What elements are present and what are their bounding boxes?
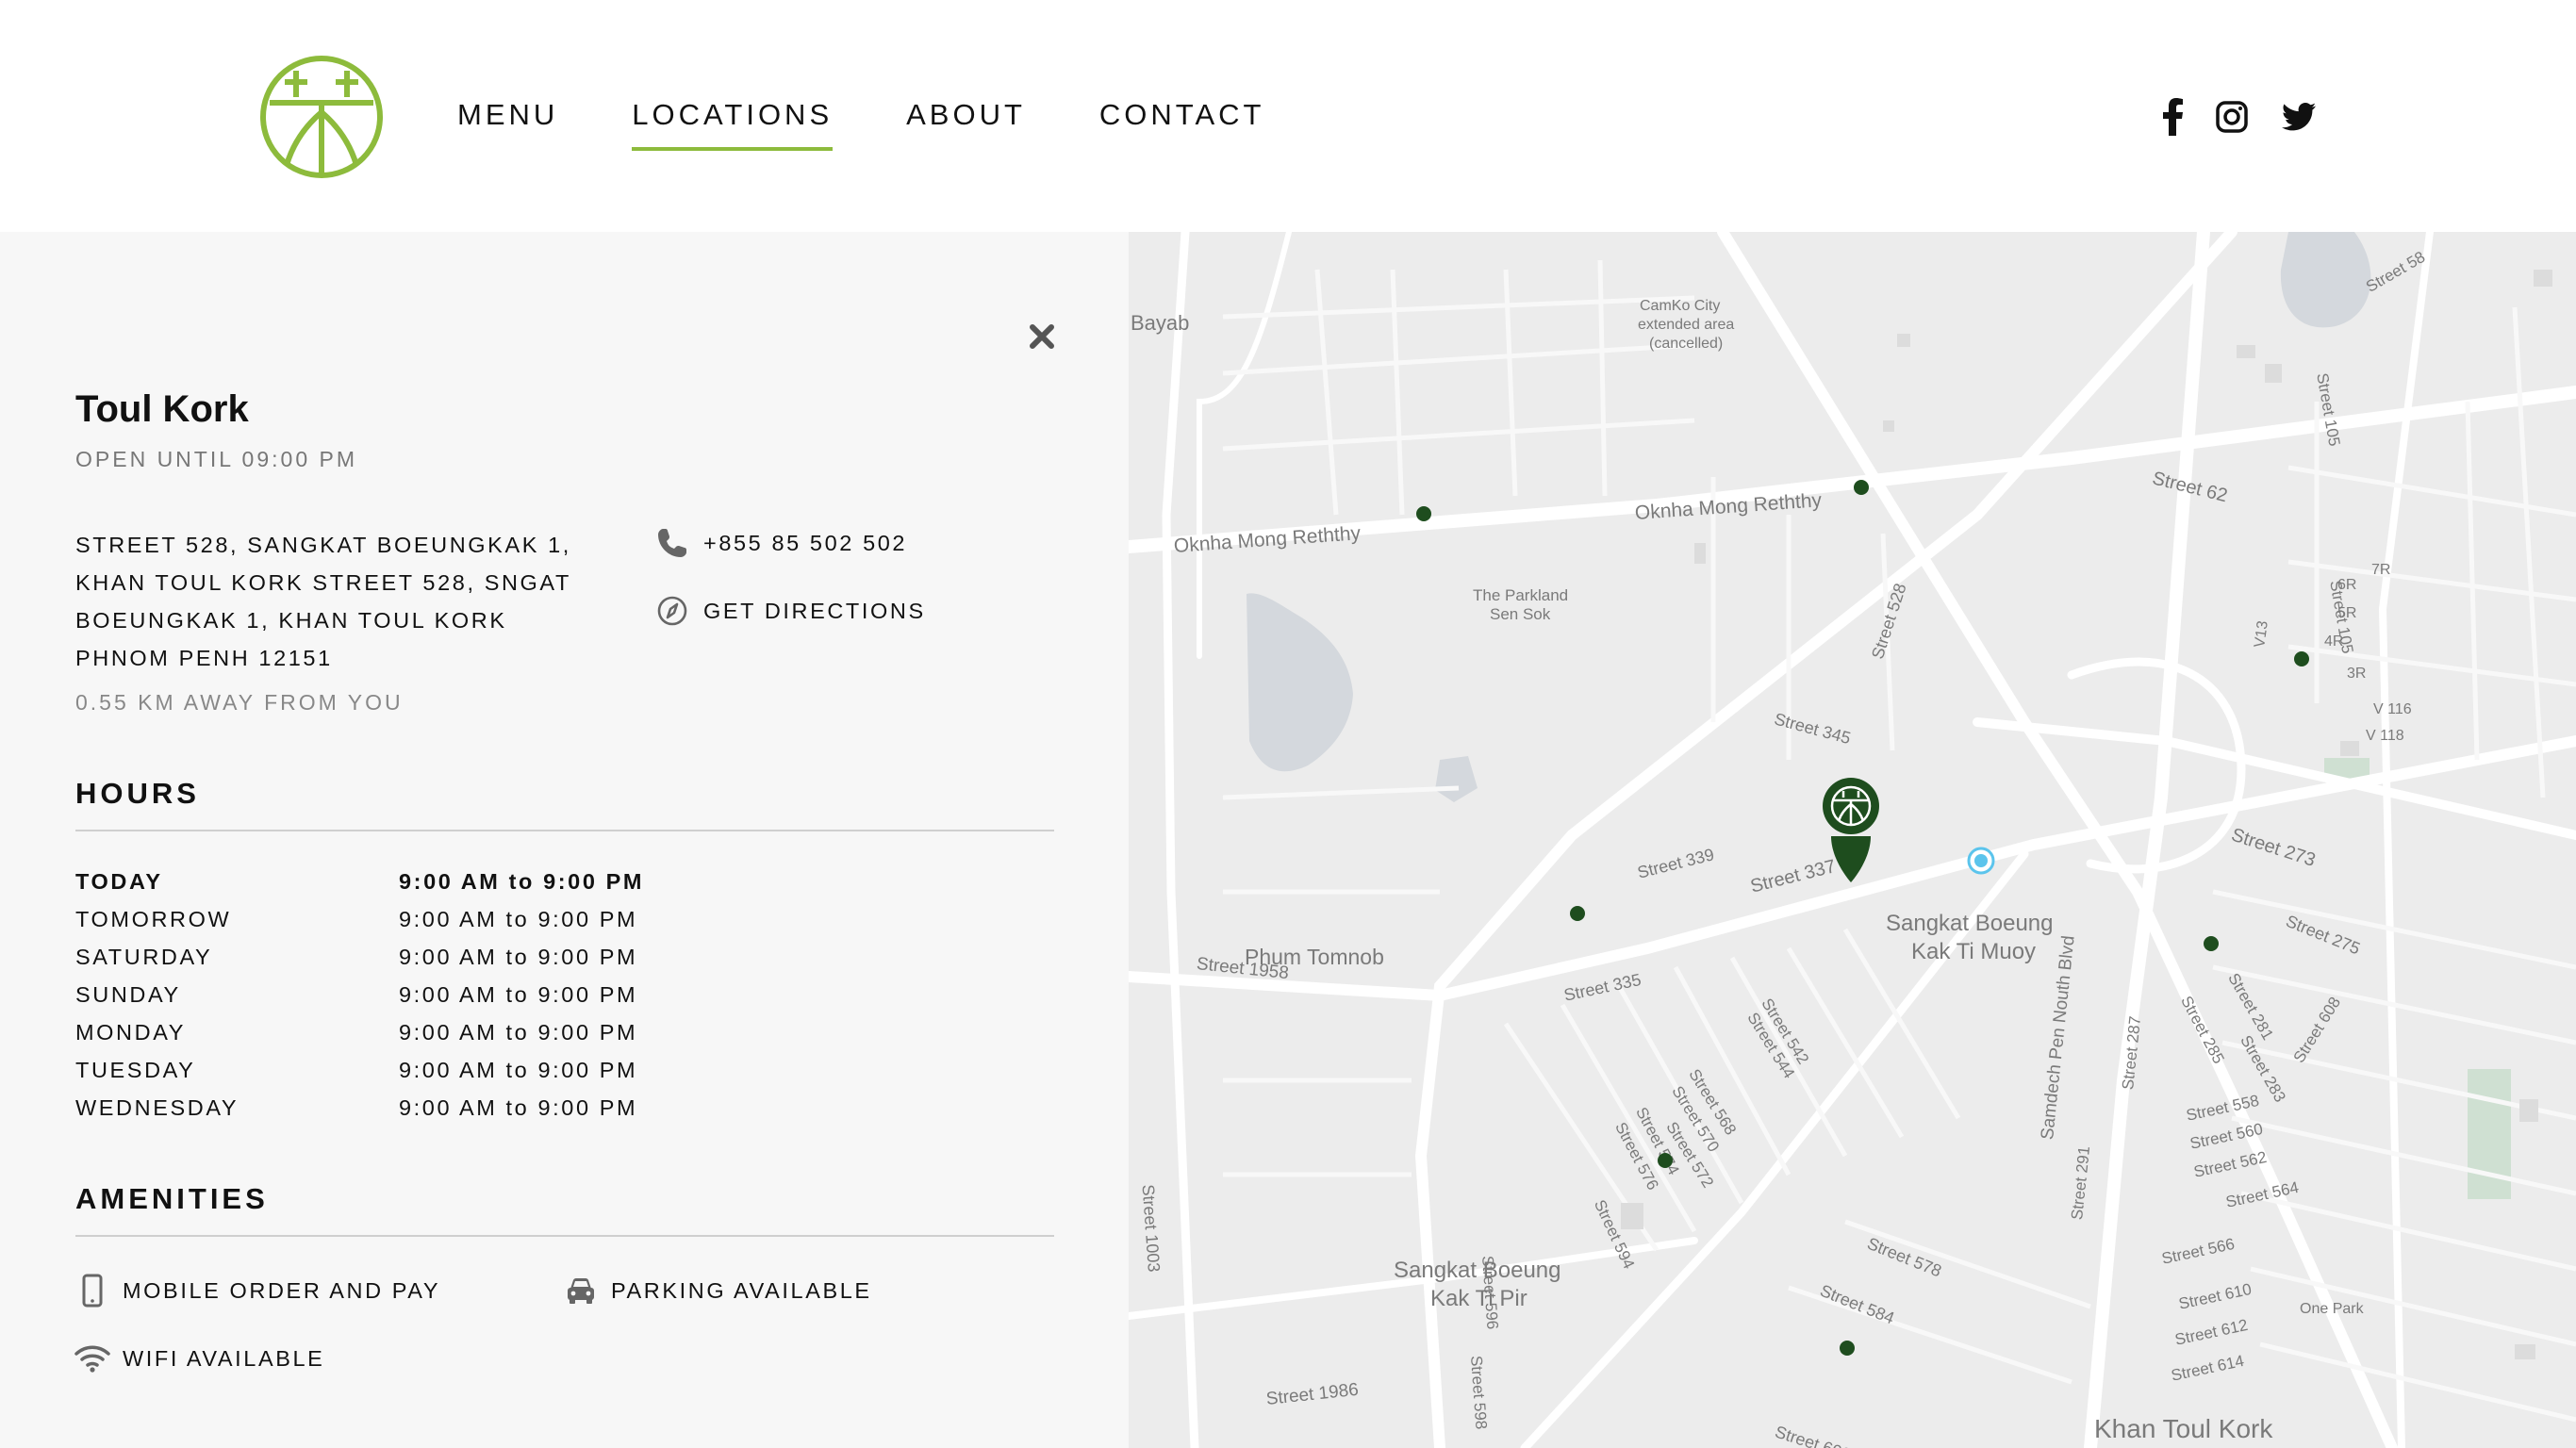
store-address: STREET 528, SANGKAT BOEUNGKAK 1, KHAN TO… <box>75 526 603 677</box>
hours-title: HOURS <box>75 777 200 810</box>
amenities-title: AMENITIES <box>75 1182 269 1215</box>
hours-row: TOMORROW 9:00 AM to 9:00 PM <box>75 907 830 935</box>
store-marker-dot[interactable] <box>1840 1341 1855 1356</box>
store-marker-dot[interactable] <box>2204 936 2219 951</box>
store-marker-dot[interactable] <box>1658 1153 1673 1168</box>
hours-day: SATURDAY <box>75 945 213 969</box>
facebook-icon[interactable] <box>2161 98 2184 136</box>
hours-row: SUNDAY 9:00 AM to 9:00 PM <box>75 982 830 1011</box>
hours-day: MONDAY <box>75 1020 187 1045</box>
get-directions-link[interactable]: GET DIRECTIONS <box>655 594 926 628</box>
amenities-divider <box>75 1235 1054 1237</box>
store-marker-dot[interactable] <box>1854 480 1869 495</box>
hours-time: 9:00 AM to 9:00 PM <box>399 945 638 969</box>
instagram-icon[interactable] <box>2216 98 2248 136</box>
hours-time: 9:00 AM to 9:00 PM <box>399 982 638 1007</box>
store-name: Toul Kork <box>75 388 249 430</box>
address-line: STREET 528, SANGKAT BOEUNGKAK 1, <box>75 533 571 557</box>
nav-contact[interactable]: CONTACT <box>1099 98 1265 132</box>
phone-number[interactable]: +855 85 502 502 <box>703 531 907 556</box>
hours-day: WEDNESDAY <box>75 1095 239 1120</box>
get-directions-label[interactable]: GET DIRECTIONS <box>703 599 926 624</box>
amenity-mobile-order: MOBILE ORDER AND PAY <box>74 1272 440 1309</box>
car-icon <box>568 1278 594 1304</box>
hours-day: TODAY <box>75 869 163 894</box>
hours-divider <box>75 830 1054 831</box>
hours-time: 9:00 AM to 9:00 PM <box>399 869 645 894</box>
hours-row: MONDAY 9:00 AM to 9:00 PM <box>75 1020 830 1048</box>
phone-link[interactable]: +855 85 502 502 <box>655 526 907 560</box>
user-location-dot <box>1974 854 1988 867</box>
address-line: PHNOM PENH 12151 <box>75 646 333 670</box>
hours-row: TUESDAY 9:00 AM to 9:00 PM <box>75 1058 830 1086</box>
amenity-wifi: WIFI AVAILABLE <box>74 1340 324 1377</box>
hours-day: TUESDAY <box>75 1058 196 1082</box>
amenity-label: WIFI AVAILABLE <box>123 1345 325 1371</box>
hours-time: 9:00 AM to 9:00 PM <box>399 1020 638 1045</box>
amenity-parking: PARKING AVAILABLE <box>562 1272 872 1309</box>
selected-store-pin-icon[interactable] <box>1823 778 1879 882</box>
main-nav: MENU LOCATIONS ABOUT CONTACT <box>457 98 1338 151</box>
phone-icon <box>658 529 686 557</box>
compass-icon <box>657 596 687 626</box>
hours-row: SATURDAY 9:00 AM to 9:00 PM <box>75 945 830 973</box>
amenity-label: PARKING AVAILABLE <box>611 1277 872 1303</box>
close-icon[interactable] <box>1027 321 1057 352</box>
store-marker-dot[interactable] <box>1570 906 1585 921</box>
open-status: OPEN UNTIL 09:00 PM <box>75 447 358 471</box>
distance-text: 0.55 KM AWAY FROM YOU <box>75 690 404 715</box>
wifi-icon <box>74 1345 110 1373</box>
hours-day: SUNDAY <box>75 982 181 1007</box>
hours-row-today: TODAY 9:00 AM to 9:00 PM <box>75 869 830 897</box>
store-marker-dot[interactable] <box>1416 506 1431 521</box>
location-details-panel: Toul Kork OPEN UNTIL 09:00 PM STREET 528… <box>0 232 1129 1448</box>
nav-about[interactable]: ABOUT <box>906 98 1026 132</box>
hours-time: 9:00 AM to 9:00 PM <box>399 1095 638 1120</box>
address-line: BOEUNGKAK 1, KHAN TOUL KORK <box>75 608 507 633</box>
nav-locations[interactable]: LOCATIONS <box>632 98 833 151</box>
address-line: KHAN TOUL KORK STREET 528, SNGAT <box>75 570 571 595</box>
hours-day: TOMORROW <box>75 907 232 931</box>
map[interactable]: Bayab CamKo City extended area (cancelle… <box>1129 232 2576 1448</box>
hours-time: 9:00 AM to 9:00 PM <box>399 907 638 931</box>
hours-row: WEDNESDAY 9:00 AM to 9:00 PM <box>75 1095 830 1124</box>
hours-time: 9:00 AM to 9:00 PM <box>399 1058 638 1082</box>
logo-icon[interactable] <box>258 54 385 180</box>
nav-menu[interactable]: MENU <box>457 98 558 132</box>
mobile-phone-icon <box>82 1274 103 1308</box>
site-header: MENU LOCATIONS ABOUT CONTACT <box>0 0 2576 232</box>
map-markers <box>1416 480 2309 1356</box>
twitter-icon[interactable] <box>2282 98 2316 136</box>
store-marker-dot[interactable] <box>2294 651 2309 666</box>
amenity-label: MOBILE ORDER AND PAY <box>123 1277 441 1303</box>
